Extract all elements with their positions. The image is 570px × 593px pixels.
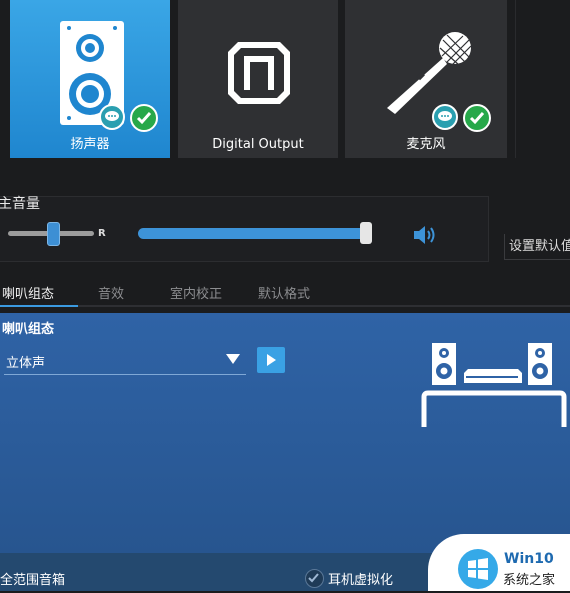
microphone-icon: [381, 28, 477, 122]
windows-logo-icon: [458, 549, 498, 589]
volume-title: 主音量: [0, 196, 40, 212]
tab-room-correction[interactable]: 室内校正: [170, 283, 222, 302]
balance-right-label: R: [98, 228, 106, 239]
headphone-virtualization-checkbox[interactable]: [305, 569, 324, 588]
main-volume-slider[interactable]: [138, 228, 368, 239]
play-icon[interactable]: [257, 347, 285, 373]
config-title: 喇叭组态: [2, 322, 55, 337]
watermark-line1: Win10: [504, 551, 554, 567]
stereo-speakers-icon: [420, 343, 570, 433]
chat-icon: [432, 104, 458, 130]
speaker-config-select[interactable]: 立体声: [4, 348, 246, 375]
device-label: 扬声器: [70, 137, 110, 152]
check-icon: [130, 104, 158, 132]
balance-slider-handle[interactable]: [47, 222, 60, 246]
speaker-config-value: 立体声: [6, 356, 46, 371]
set-default-button[interactable]: 设置默认值: [504, 234, 570, 260]
tab-divider: [0, 305, 570, 307]
volume-icon[interactable]: [412, 224, 438, 250]
headphone-virtualization-label[interactable]: 耳机虚拟化: [328, 569, 393, 588]
tab-active-indicator: [0, 305, 78, 307]
watermark-line2: 系统之家: [503, 573, 556, 588]
tab-sound-effects[interactable]: 音效: [98, 283, 124, 302]
main-volume-fill: [138, 228, 368, 239]
device-label: Digital Output: [212, 137, 304, 152]
check-icon: [463, 104, 491, 132]
device-tile-digital-output[interactable]: Digital Output: [178, 0, 338, 158]
device-tile-microphone[interactable]: 麦克风: [345, 0, 507, 158]
chevron-down-icon: [226, 354, 240, 364]
tile-divider: [515, 0, 516, 158]
full-range-speakers-label[interactable]: 全范围音箱: [0, 569, 65, 588]
tab-default-format[interactable]: 默认格式: [258, 283, 310, 302]
chat-icon: [99, 104, 125, 130]
device-tile-speaker[interactable]: 扬声器: [10, 0, 170, 158]
main-volume-handle[interactable]: [360, 222, 372, 244]
digital-output-icon: [226, 40, 292, 110]
device-label: 麦克风: [406, 137, 446, 152]
tab-speaker-config[interactable]: 喇叭组态: [2, 283, 54, 302]
